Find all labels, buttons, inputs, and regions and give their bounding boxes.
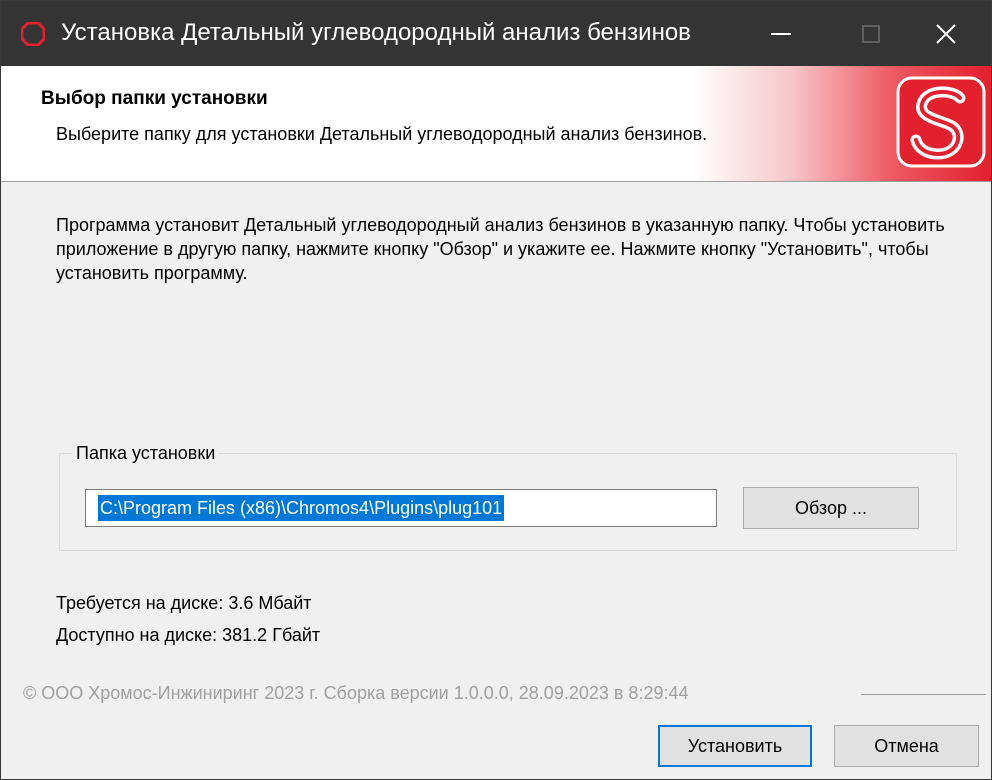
space-required: Требуется на диске: 3.6 Мбайт <box>56 593 312 613</box>
title-bar[interactable]: Установка Детальный углеводородный анали… <box>1 1 991 66</box>
install-path-value: C:\Program Files (x86)\Chromos4\Plugins\… <box>98 495 505 521</box>
app-icon <box>20 21 46 47</box>
chromos-logo-icon <box>896 76 986 168</box>
branding-divider <box>861 694 986 695</box>
maximize-icon <box>862 24 880 43</box>
installer-window: Установка Детальный углеводородный анали… <box>0 0 992 780</box>
page-subtitle: Выберите папку для установки Детальный у… <box>56 124 708 144</box>
close-icon <box>936 23 956 44</box>
page-title: Выбор папки установки <box>41 88 268 109</box>
install-path-input[interactable]: C:\Program Files (x86)\Chromos4\Plugins\… <box>85 489 717 527</box>
install-button[interactable]: Установить <box>658 725 812 767</box>
install-folder-legend: Папка установки <box>72 441 220 465</box>
minimize-icon <box>771 32 791 35</box>
window-title: Установка Детальный углеводородный анали… <box>61 19 691 46</box>
install-description: Программа установит Детальный углеводоро… <box>56 215 945 283</box>
minimize-button[interactable] <box>736 1 826 66</box>
cancel-button[interactable]: Отмена <box>834 725 979 767</box>
page-header: Выбор папки установки Выберите папку для… <box>1 66 991 182</box>
close-button[interactable] <box>901 1 991 66</box>
browse-button[interactable]: Обзор ... <box>743 487 919 529</box>
branding-text: © ООО Хромос-Инжиниринг 2023 г. Сборка в… <box>23 683 689 703</box>
space-available: Доступно на диске: 381.2 Гбайт <box>56 625 321 645</box>
